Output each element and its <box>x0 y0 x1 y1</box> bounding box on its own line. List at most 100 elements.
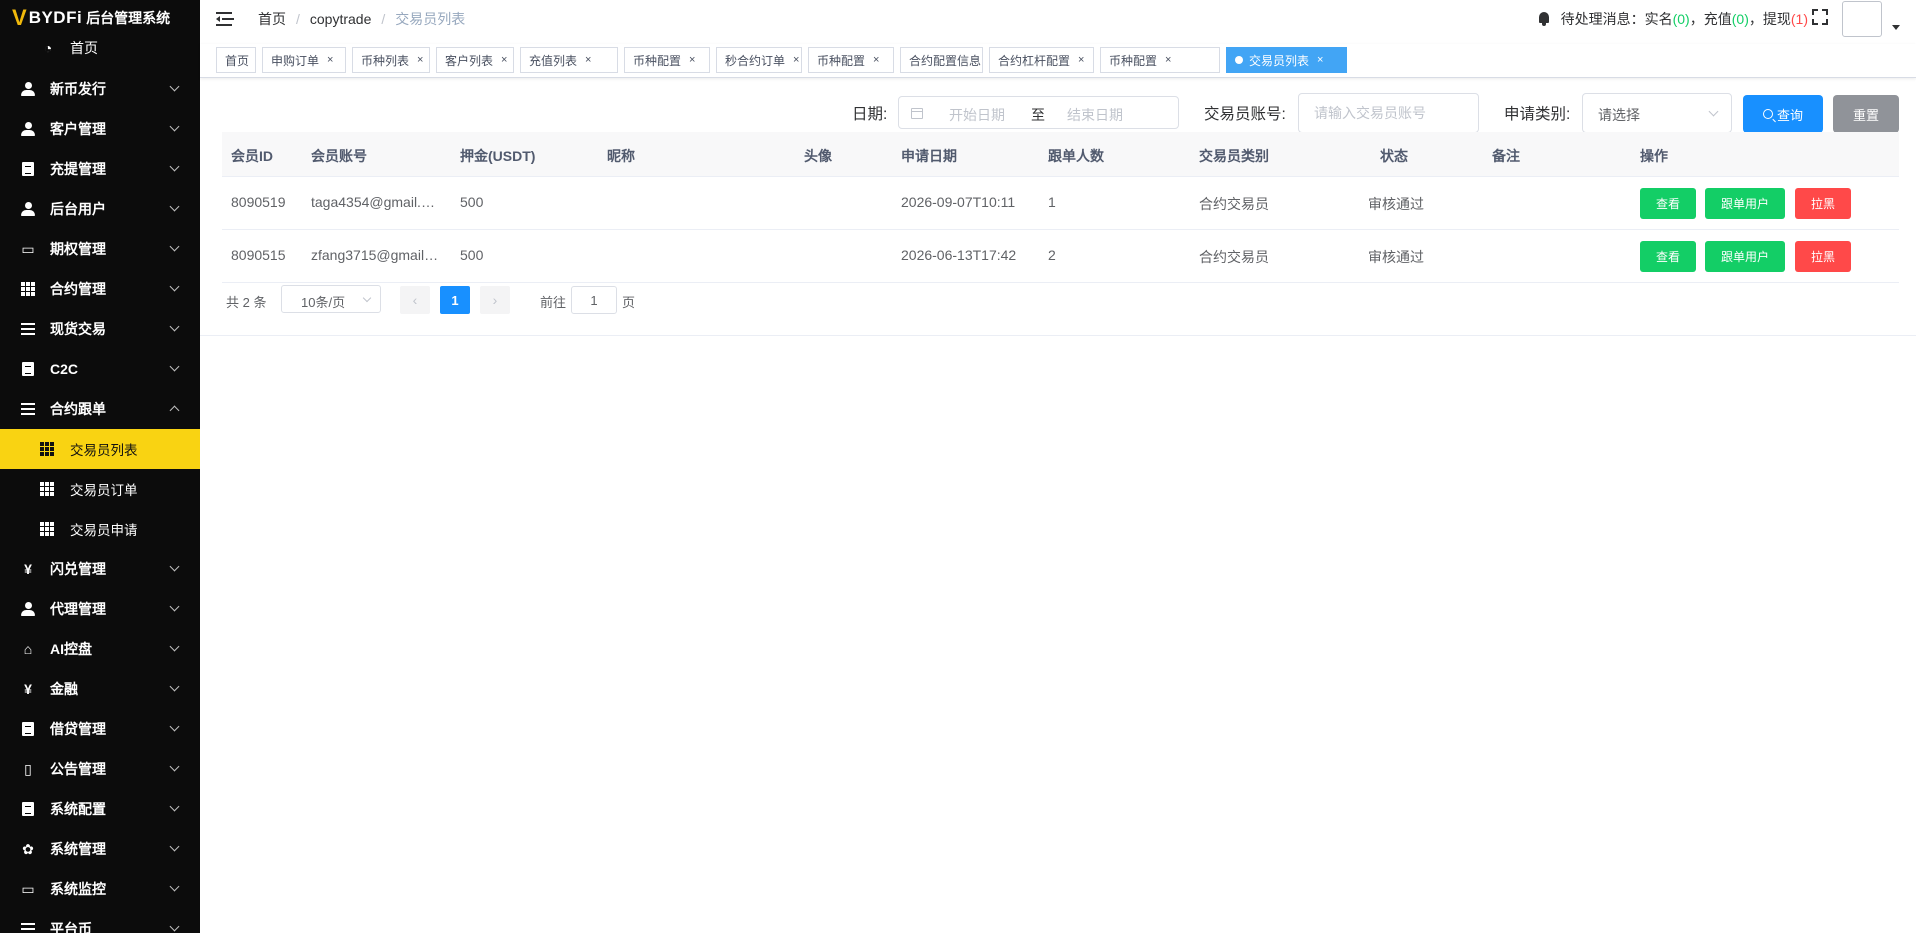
next-page-button[interactable]: › <box>480 286 510 314</box>
column-header: 会员ID <box>231 148 273 164</box>
caret-down-icon[interactable] <box>1892 25 1900 30</box>
blacklist-button[interactable]: 拉黑 <box>1795 241 1851 272</box>
fullscreen-icon[interactable] <box>1812 9 1828 25</box>
tag-7[interactable]: 币种配置 × <box>808 47 894 73</box>
sidebar-item-2[interactable]: 客户管理 <box>0 109 200 149</box>
cell-followers: 2 <box>1048 247 1056 263</box>
chevron-down-icon <box>169 601 180 612</box>
page-suffix: 页 <box>622 295 636 310</box>
start-date-placeholder[interactable]: 开始日期 <box>949 105 1005 125</box>
recharge-label[interactable]: 充值 <box>1704 9 1732 29</box>
close-icon[interactable]: × <box>689 54 695 66</box>
search-button[interactable]: 查询 <box>1743 95 1823 133</box>
prev-page-button[interactable]: ‹ <box>400 286 430 314</box>
follow-users-button[interactable]: 跟单用户 <box>1705 241 1785 272</box>
column-header: 押金(USDT) <box>460 148 536 164</box>
close-icon[interactable]: × <box>793 54 799 66</box>
sidebar-item-13[interactable]: ¥ 金融 <box>0 669 200 709</box>
cell-status: 审核通过 <box>1368 196 1424 212</box>
realname-count[interactable]: 0 <box>1677 11 1685 27</box>
tag-label: 币种配置 <box>817 53 866 68</box>
page-size-select[interactable]: 10条/页 <box>281 285 381 313</box>
close-icon[interactable]: × <box>501 54 507 66</box>
follow-users-button[interactable]: 跟单用户 <box>1705 188 1785 219</box>
breadcrumb-home[interactable]: 首页 <box>258 9 286 29</box>
submenu-item-1[interactable]: 交易员订单 <box>0 469 200 509</box>
close-icon[interactable]: × <box>417 54 423 66</box>
tag-3[interactable]: 客户列表 × <box>436 47 514 73</box>
sidebar-item-label: 期权管理 <box>50 241 106 257</box>
recharge-count[interactable]: 0 <box>1736 11 1744 27</box>
close-icon[interactable]: × <box>873 54 879 66</box>
tag-4[interactable]: 充值列表 × <box>520 47 618 73</box>
chevron-down-icon <box>169 641 180 652</box>
sidebar-item-label: 现货交易 <box>50 321 106 337</box>
submenu-item-2[interactable]: 交易员申请 <box>0 509 200 549</box>
breadcrumb-separator: / <box>296 11 300 27</box>
tag-1[interactable]: 申购订单 × <box>262 47 346 73</box>
yen-icon: ¥ <box>24 561 32 577</box>
view-button[interactable]: 查看 <box>1640 188 1696 219</box>
sidebar-item-19[interactable]: 平台币 <box>0 909 200 933</box>
robot-icon: ⌂ <box>23 641 33 657</box>
view-button[interactable]: 查看 <box>1640 241 1696 272</box>
hamburger-icon[interactable] <box>216 12 234 26</box>
monitor-icon: ▭ <box>21 880 35 897</box>
notice-prefix: 待处理消息： <box>1560 11 1645 27</box>
sidebar-item-4[interactable]: 后台用户 <box>0 189 200 229</box>
submenu-item-label: 交易员列表 <box>70 443 138 458</box>
date-range-picker[interactable]: 开始日期 至 结束日期 <box>898 96 1179 129</box>
sidebar-item-9[interactable]: 合约跟单 <box>0 389 200 429</box>
withdraw-count[interactable]: 1 <box>1796 11 1804 27</box>
realname-label[interactable]: 实名 <box>1645 9 1673 29</box>
tag-label: 币种列表 <box>361 53 410 68</box>
end-date-placeholder[interactable]: 结束日期 <box>1067 105 1123 125</box>
tag-6[interactable]: 秒合约订单 × <box>716 47 802 73</box>
close-icon[interactable]: × <box>327 54 333 66</box>
sidebar-item-5[interactable]: ▭ 期权管理 <box>0 229 200 269</box>
sidebar-item-7[interactable]: 现货交易 <box>0 309 200 349</box>
sidebar-item-12[interactable]: ⌂ AI控盘 <box>0 629 200 669</box>
close-icon[interactable]: × <box>1078 54 1084 66</box>
sidebar-item-18[interactable]: ▭ 系统监控 <box>0 869 200 909</box>
sidebar-item-10[interactable]: ¥ 闪兑管理 <box>0 549 200 589</box>
close-icon[interactable]: × <box>585 54 591 66</box>
sidebar-item-8[interactable]: C2C <box>0 349 200 389</box>
tag-8[interactable]: 合约配置信息× <box>900 47 995 73</box>
breadcrumb-copytrade[interactable]: copytrade <box>310 11 371 27</box>
tree-icon <box>20 401 36 417</box>
sidebar-item-label: 后台用户 <box>50 201 106 217</box>
tag-2[interactable]: 币种列表 × <box>352 47 430 73</box>
user-avatar[interactable] <box>1842 1 1882 37</box>
current-page[interactable]: 1 <box>440 286 470 314</box>
gear-icon: ✿ <box>22 840 34 857</box>
blacklist-button[interactable]: 拉黑 <box>1795 188 1851 219</box>
withdraw-label[interactable]: 提现 <box>1763 9 1791 29</box>
yen-icon: ¥ <box>24 681 32 697</box>
sidebar-item-label: AI控盘 <box>50 641 92 657</box>
cell-account: taga4354@gmail.com <box>311 194 439 210</box>
tag-11[interactable]: 交易员列表 × <box>1226 47 1347 73</box>
sidebar-item-1[interactable]: 新币发行 <box>0 69 200 109</box>
bell-icon[interactable] <box>1537 12 1551 26</box>
sidebar-item-16[interactable]: 系统配置 <box>0 789 200 829</box>
sidebar-item-17[interactable]: ✿ 系统管理 <box>0 829 200 869</box>
apply-type-select[interactable]: 请选择 <box>1582 93 1732 133</box>
close-icon[interactable]: × <box>1165 54 1171 66</box>
sidebar-item-15[interactable]: ▯ 公告管理 <box>0 749 200 789</box>
goto-page-input[interactable] <box>571 286 617 314</box>
user-group-icon <box>20 201 36 217</box>
sidebar-item-11[interactable]: 代理管理 <box>0 589 200 629</box>
close-icon[interactable]: × <box>1317 54 1323 66</box>
tag-0[interactable]: 首页 <box>216 47 256 73</box>
sidebar-item-6[interactable]: 合约管理 <box>0 269 200 309</box>
tag-9[interactable]: 合约杠杆配置 × <box>989 47 1094 73</box>
tag-10[interactable]: 币种配置 × <box>1100 47 1220 73</box>
reset-button[interactable]: 重置 <box>1833 95 1899 133</box>
trader-account-input[interactable] <box>1298 93 1479 133</box>
submenu-item-0[interactable]: 交易员列表 <box>0 429 200 469</box>
sidebar-item-3[interactable]: 充提管理 <box>0 149 200 189</box>
sidebar-item-14[interactable]: 借贷管理 <box>0 709 200 749</box>
tag-5[interactable]: 币种配置 × <box>624 47 710 73</box>
breadcrumb-current: 交易员列表 <box>395 11 466 27</box>
